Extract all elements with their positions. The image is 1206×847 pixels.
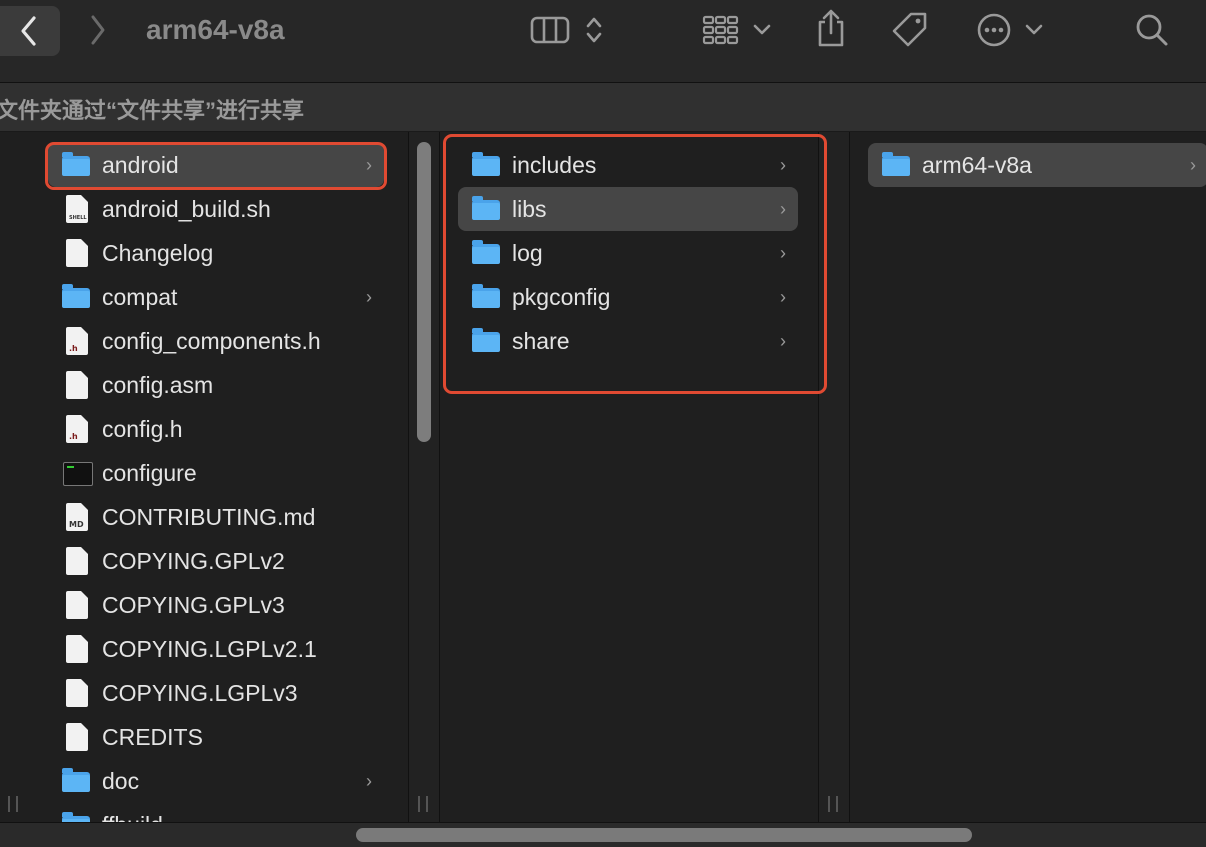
shell-file-icon: SHELL: [58, 192, 92, 226]
share-icon[interactable]: [812, 6, 850, 50]
item-name: COPYING.LGPLv3: [102, 679, 298, 706]
terminal-exec-icon: [58, 456, 93, 490]
file-item[interactable]: SHELL android_build.sh: [48, 187, 384, 231]
item-name: COPYING.LGPLv2.1: [102, 635, 317, 662]
item-name: CONTRIBUTING.md: [102, 503, 316, 530]
share-banner: 文件夹通过“文件共享”进行共享: [0, 83, 1206, 132]
document-icon: [58, 676, 92, 710]
chevron-right-icon: ›: [1190, 154, 1196, 175]
file-item[interactable]: COPYING.GPLv2: [48, 539, 384, 583]
folder-item[interactable]: arm64-v8a ›: [868, 143, 1206, 187]
folder-icon: [58, 280, 92, 314]
column-1-scrollbar[interactable]: [417, 142, 431, 442]
file-item[interactable]: configure: [48, 451, 384, 495]
column-resize-handle[interactable]: [8, 796, 18, 812]
file-item[interactable]: .h config.h: [48, 407, 384, 451]
item-name: android_build.sh: [102, 195, 271, 222]
window-title: arm64-v8a: [146, 14, 285, 45]
item-name: Changelog: [102, 239, 214, 266]
file-item[interactable]: CREDITS: [48, 715, 384, 759]
h-file-icon: .h: [58, 324, 92, 358]
column-1[interactable]: android › SHELL android_build.sh Changelog co…: [0, 132, 408, 822]
chevron-right-icon: ›: [366, 803, 372, 823]
file-item[interactable]: MD CONTRIBUTING.md: [48, 495, 384, 539]
chevron-down-icon[interactable]: [1022, 18, 1046, 42]
item-name: configure: [102, 459, 197, 486]
document-icon: [58, 368, 92, 402]
document-icon: [58, 632, 92, 666]
column-divider: [408, 132, 409, 822]
sort-updown-icon[interactable]: [582, 12, 606, 48]
item-name: CREDITS: [102, 723, 203, 750]
md-file-icon: MD: [58, 500, 92, 534]
document-icon: [58, 720, 92, 754]
file-item[interactable]: config.asm: [48, 363, 384, 407]
item-name: config.asm: [102, 371, 214, 398]
back-icon: [14, 12, 44, 50]
file-item[interactable]: Changelog: [48, 231, 384, 275]
column-view-icon[interactable]: [528, 12, 572, 48]
more-icon[interactable]: [974, 10, 1014, 50]
file-item[interactable]: COPYING.GPLv3: [48, 583, 384, 627]
document-icon: [58, 236, 92, 270]
forward-icon[interactable]: [86, 12, 110, 48]
column-3[interactable]: arm64-v8a ›: [850, 132, 1206, 822]
chevron-right-icon: ›: [366, 286, 372, 307]
search-icon[interactable]: [1132, 10, 1172, 50]
document-icon: [58, 544, 92, 578]
item-name: COPYING.GPLv2: [102, 547, 285, 574]
folder-icon: [58, 808, 92, 822]
document-icon: [58, 588, 92, 622]
folder-icon: [58, 764, 92, 798]
item-name: arm64-v8a: [922, 151, 1032, 178]
toolbar: arm64-v8a: [0, 0, 1206, 83]
chevron-down-icon[interactable]: [750, 18, 774, 42]
file-item[interactable]: .h config_components.h: [48, 319, 384, 363]
tag-icon[interactable]: [888, 8, 932, 52]
item-name: compat: [102, 283, 178, 310]
h-file-icon: .h: [58, 412, 92, 446]
file-item[interactable]: COPYING.LGPLv2.1: [48, 627, 384, 671]
item-name: config_components.h: [102, 327, 321, 354]
group-grid-icon[interactable]: [700, 12, 742, 48]
share-banner-text: 文件夹通过“文件共享”进行共享: [0, 98, 305, 123]
column-resize-handle[interactable]: [418, 796, 428, 812]
folder-item[interactable]: doc ›: [48, 759, 384, 803]
folder-item[interactable]: compat ›: [48, 275, 384, 319]
chevron-right-icon: ›: [366, 770, 372, 791]
highlight-box-android: [45, 142, 387, 190]
item-name: ffbuild: [102, 812, 163, 823]
item-name: doc: [102, 767, 140, 794]
folder-item[interactable]: ffbuild ›: [48, 803, 384, 822]
file-item[interactable]: COPYING.LGPLv3: [48, 671, 384, 715]
folder-icon: [878, 148, 912, 182]
back-button[interactable]: [0, 6, 60, 56]
column-resize-handle[interactable]: [828, 796, 838, 812]
item-name: COPYING.GPLv3: [102, 591, 285, 618]
highlight-box-subfolders: [443, 134, 827, 394]
item-name: config.h: [102, 415, 183, 442]
horizontal-scrollbar[interactable]: [356, 828, 972, 842]
